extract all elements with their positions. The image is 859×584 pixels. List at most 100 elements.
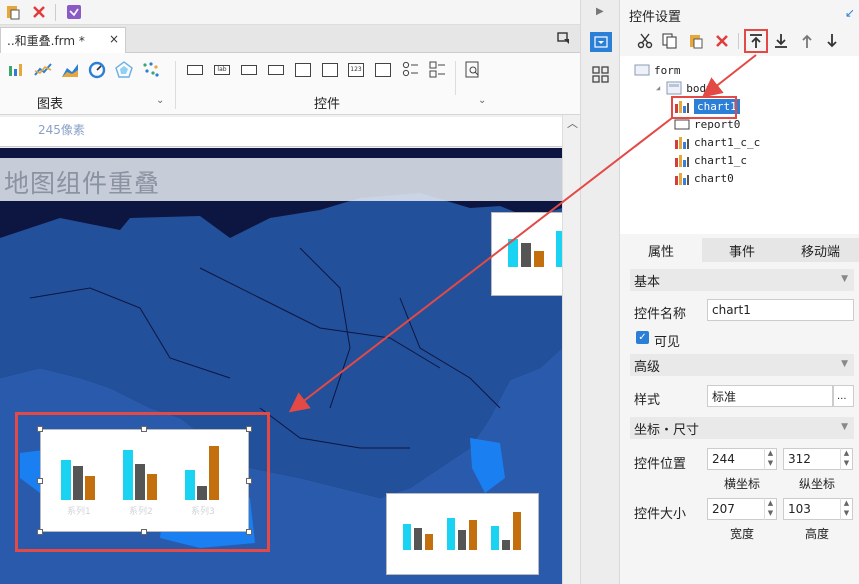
textfield-widget-icon[interactable]: [241, 65, 257, 75]
label-widget-icon[interactable]: lab: [214, 65, 230, 75]
visible-checkbox[interactable]: ✓: [636, 331, 649, 344]
ribbon: 图表 ⌄ lab 123 控件 ⌄: [0, 53, 580, 115]
panel-title: 控件设置: [629, 10, 682, 25]
paste-icon[interactable]: [686, 31, 706, 51]
move-to-bottom-icon[interactable]: [771, 31, 791, 51]
cut-icon[interactable]: [635, 31, 655, 51]
section-basic-label: 基本: [634, 274, 661, 290]
dropdown-widget-icon[interactable]: [268, 65, 284, 75]
close-icon[interactable]: ×: [109, 32, 119, 46]
widget-name-label: 控件名称: [634, 307, 687, 322]
delete-icon[interactable]: [712, 31, 732, 51]
widget-name-field[interactable]: chart1: [707, 299, 854, 321]
report-icon: [674, 117, 690, 131]
chart-bar: [403, 524, 411, 550]
chart-bar: [521, 243, 531, 267]
expand-icon[interactable]: ◢: [656, 84, 660, 92]
visible-label: 可见: [654, 335, 681, 350]
component-tab-icon[interactable]: [592, 66, 610, 84]
section-advanced-label: 高级: [634, 359, 661, 375]
tab-menu-icon[interactable]: [557, 31, 571, 45]
delete-icon[interactable]: [29, 2, 49, 22]
chevron-down-icon: ▼: [841, 274, 848, 284]
group-widget-label: 控件: [314, 97, 341, 112]
style-more-button[interactable]: ...: [833, 385, 854, 407]
button-widget-icon[interactable]: [187, 65, 203, 75]
chevron-down-icon[interactable]: ⌄: [478, 95, 486, 106]
section-coords[interactable]: 坐标・尺寸 ▼: [630, 417, 854, 439]
map-title: 地图组件重叠: [4, 169, 161, 198]
tree-item-label: report0: [694, 117, 741, 131]
move-down-icon[interactable]: [822, 31, 842, 51]
height-caption: 高度: [805, 527, 830, 541]
chart-icon: [674, 135, 690, 149]
form-icon: [634, 63, 650, 77]
section-coords-label: 坐标・尺寸: [634, 422, 700, 438]
number-widget-icon[interactable]: 123: [348, 63, 364, 77]
tree-item-label: chart0: [694, 171, 734, 185]
widget-tree: form ◢ body chart1 report0 chart1_c_c chart1_c…: [620, 56, 859, 234]
y-stepper[interactable]: ▲ ▼: [840, 448, 852, 470]
height-stepper[interactable]: ▲ ▼: [840, 498, 852, 520]
tree-item-form[interactable]: form: [634, 61, 681, 79]
chart-bar: [534, 251, 544, 267]
tree-item-chart0[interactable]: chart0: [674, 169, 734, 187]
ruler-text: 245像素: [38, 123, 85, 137]
textarea-widget-icon[interactable]: [375, 63, 391, 77]
tab-events[interactable]: 事件: [702, 238, 782, 262]
template-icon[interactable]: [64, 2, 84, 22]
collapse-arrow-icon[interactable]: ▶: [596, 6, 604, 17]
tree-item-body[interactable]: ◢ body: [656, 79, 713, 97]
chart-bar: [447, 518, 455, 550]
radio-group-icon[interactable]: [402, 61, 420, 79]
chevron-down-icon[interactable]: ⌄: [156, 95, 164, 106]
scatter-chart-icon[interactable]: [142, 61, 160, 79]
chevron-up-icon[interactable]: ︿: [567, 115, 578, 131]
property-tabs: 属性 事件 移动端: [620, 238, 859, 262]
tree-item-label: body: [686, 81, 713, 95]
highlight-frame: [671, 96, 737, 119]
bar-chart-icon[interactable]: [7, 61, 25, 79]
body-icon: [666, 81, 682, 95]
chart-bar: [469, 520, 477, 550]
area-chart-icon[interactable]: [61, 61, 79, 79]
line-chart-icon[interactable]: [34, 61, 52, 79]
tab-mobile[interactable]: 移动端: [782, 238, 859, 262]
tree-item-label: form: [654, 63, 681, 77]
paste-icon[interactable]: [3, 2, 23, 22]
chevron-down-icon: ▼: [841, 359, 848, 369]
width-caption: 宽度: [730, 527, 755, 541]
file-tab-title: ..和重叠.frm *: [7, 34, 85, 48]
top-toolbar: [0, 0, 580, 25]
calendar-widget-icon[interactable]: [322, 63, 338, 77]
move-up-icon[interactable]: [797, 31, 817, 51]
date-widget-icon[interactable]: [295, 63, 311, 77]
section-advanced[interactable]: 高级 ▼: [630, 354, 854, 376]
chart-widget-chart0[interactable]: [386, 493, 539, 575]
copy-icon[interactable]: [660, 31, 680, 51]
widget-settings-tab-icon[interactable]: [590, 32, 612, 52]
group-chart-label: 图表: [37, 97, 64, 112]
vertical-scrollbar[interactable]: ︿: [562, 115, 580, 584]
checkbox-group-icon[interactable]: [429, 61, 447, 79]
style-field[interactable]: 标准: [707, 385, 833, 407]
chart-bar: [425, 534, 433, 550]
tab-properties[interactable]: 属性: [620, 238, 702, 262]
chart-bar: [508, 239, 518, 267]
tree-item-label: chart1_c: [694, 153, 747, 167]
chart-widget-chart1-c-c[interactable]: [491, 212, 562, 296]
x-stepper[interactable]: ▲ ▼: [764, 448, 776, 470]
width-stepper[interactable]: ▲ ▼: [764, 498, 776, 520]
style-label: 样式: [634, 393, 661, 408]
collapse-panel-icon[interactable]: ↙: [845, 6, 855, 20]
tree-item-chart1-c-c[interactable]: chart1_c_c: [674, 133, 760, 151]
section-basic[interactable]: 基本 ▼: [630, 269, 854, 291]
x-caption: 横坐标: [724, 477, 761, 491]
radar-chart-icon[interactable]: [115, 61, 133, 79]
tree-item-chart1-c[interactable]: chart1_c: [674, 151, 747, 169]
chart-bar: [458, 530, 466, 550]
search-widget-icon[interactable]: [464, 61, 482, 79]
gauge-chart-icon[interactable]: [88, 61, 106, 79]
file-tab[interactable]: ..和重叠.frm * ×: [0, 27, 126, 53]
tree-item-label: chart1_c_c: [694, 135, 761, 149]
